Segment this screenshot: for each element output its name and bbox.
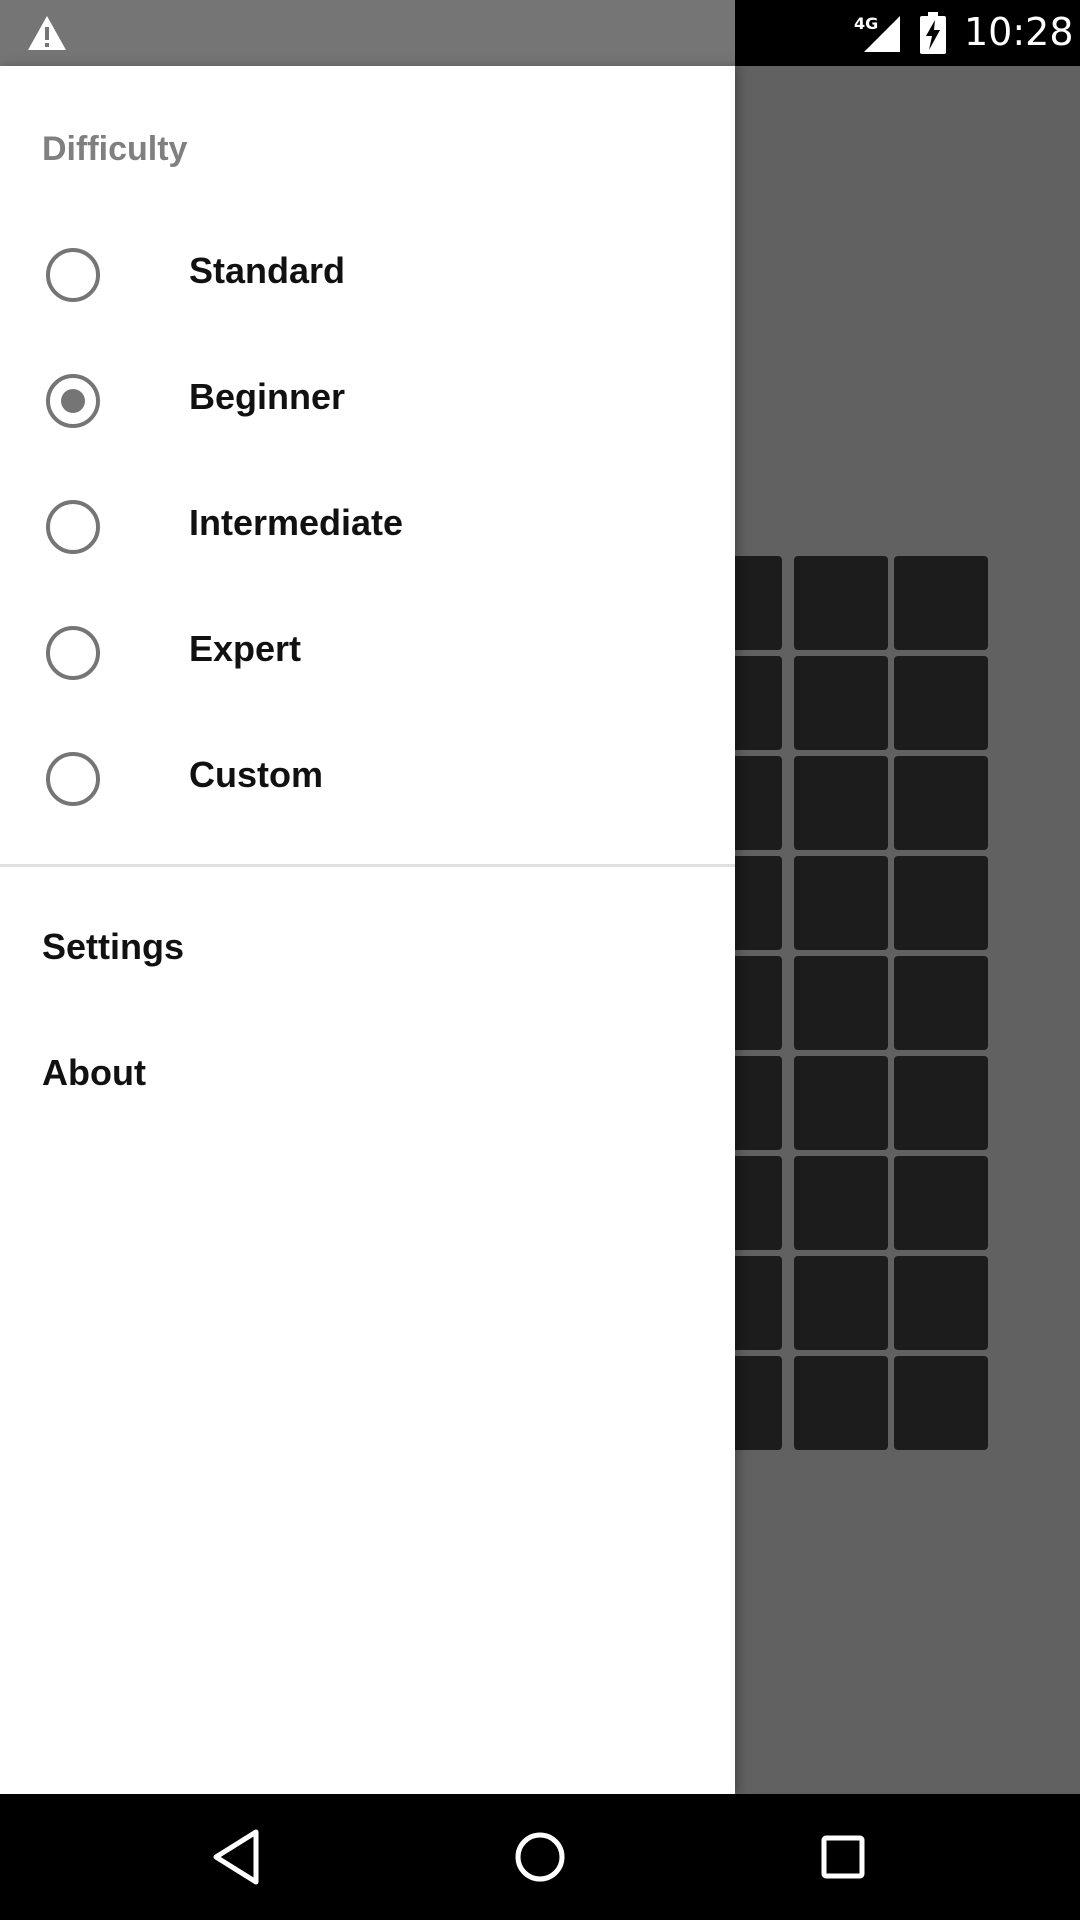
menu-item-label: About	[42, 1052, 146, 1093]
board-cell[interactable]	[894, 556, 988, 650]
difficulty-option-label: Intermediate	[189, 502, 404, 543]
board-cell[interactable]	[894, 756, 988, 850]
board-cell[interactable]	[794, 656, 888, 750]
board-cell[interactable]	[894, 656, 988, 750]
menu-item-label: Settings	[42, 926, 185, 967]
radio-button-icon[interactable]	[46, 248, 100, 302]
difficulty-option-intermediate[interactable]: Intermediate	[0, 464, 735, 590]
board-cell[interactable]	[894, 1356, 988, 1450]
board-cell[interactable]	[794, 1356, 888, 1450]
board-cell[interactable]	[894, 956, 988, 1050]
difficulty-option-custom[interactable]: Custom	[0, 716, 735, 842]
radio-button-selected-icon[interactable]	[46, 374, 100, 428]
drawer-divider	[0, 864, 735, 867]
status-bar-left	[0, 0, 735, 66]
home-icon[interactable]	[507, 1824, 573, 1890]
navigation-drawer: Difficulty Standard Beginner Intermediat…	[0, 66, 735, 1794]
difficulty-section-title: Difficulty	[42, 130, 188, 168]
radio-dot-icon	[61, 389, 85, 413]
difficulty-option-label: Beginner	[189, 376, 346, 417]
board-cell[interactable]	[794, 756, 888, 850]
difficulty-option-label: Expert	[189, 628, 302, 669]
system-navigation-bar	[0, 1794, 1080, 1920]
signal-icon	[864, 16, 900, 52]
board-cell[interactable]	[794, 556, 888, 650]
board-cell[interactable]	[794, 1056, 888, 1150]
board-cell[interactable]	[894, 856, 988, 950]
board-cell[interactable]	[894, 1156, 988, 1250]
warning-icon	[28, 16, 66, 50]
difficulty-option-standard[interactable]: Standard	[0, 212, 735, 338]
back-icon[interactable]	[204, 1824, 270, 1890]
radio-button-icon[interactable]	[46, 500, 100, 554]
recents-icon[interactable]	[810, 1824, 876, 1890]
board-cell[interactable]	[794, 856, 888, 950]
board-cell[interactable]	[894, 1256, 988, 1350]
status-bar: 4G 10:28	[0, 0, 1080, 66]
difficulty-option-label: Standard	[189, 250, 346, 291]
difficulty-option-expert[interactable]: Expert	[0, 590, 735, 716]
board-cell[interactable]	[794, 1256, 888, 1350]
radio-button-icon[interactable]	[46, 752, 100, 806]
radio-button-icon[interactable]	[46, 626, 100, 680]
battery-charging-icon	[920, 12, 946, 54]
board-cell[interactable]	[794, 956, 888, 1050]
board-cell[interactable]	[794, 1156, 888, 1250]
status-clock: 10:28	[964, 10, 1074, 54]
menu-item-settings[interactable]: Settings	[0, 888, 735, 1014]
menu-item-about[interactable]: About	[0, 1014, 735, 1140]
difficulty-option-beginner[interactable]: Beginner	[0, 338, 735, 464]
board-cell[interactable]	[894, 1056, 988, 1150]
difficulty-option-label: Custom	[189, 754, 323, 795]
